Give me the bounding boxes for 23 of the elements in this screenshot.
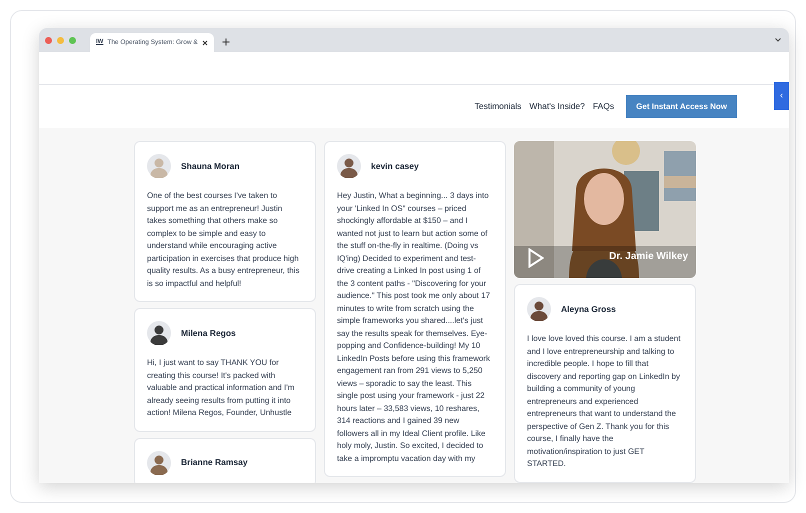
avatar <box>527 297 551 321</box>
reviewer-name: kevin casey <box>371 160 419 172</box>
close-icon[interactable] <box>202 40 208 46</box>
dropdown-icon[interactable] <box>775 38 781 42</box>
nav-link[interactable]: What's Inside? <box>529 100 585 113</box>
avatar <box>337 154 361 178</box>
side-tab[interactable]: ‹ <box>774 82 789 110</box>
avatar <box>147 321 171 345</box>
testimonial-text: One of the best courses I've taken to support me as an entrepreneur! Justin takes something that others make so complex to be simple and easy to understand while encouraging active participation in exercises that produce high quality results. As a busy entrepreneur, this is so impactful and helpful! <box>147 190 301 290</box>
testimonial-text: Hey Justin, What a beginning... 3 days into your 'Linked In OS" courses – priced shockingly affordable at $150 – and I wanted not just to learn but action some of the stuff on-the-fly in realtime. (Doing vs IQ'ing) Decided to experiment and test-drive creating a Linked In post using 1 of the 3 content paths - "Discovering for your audience." This post took me only about 17 minutes to write from scratch using the simple frameworks you shared....let's just say the results speak for themselves. Eye-popping and Confidence-building! My 10 LinkedIn Posts before using this framework engagement ran from 291 views to 5,250 views – sporadic to say the least. This single post using your framework - just 22 hours later – 33,583 views, 10 reshares, 314 reactions and I gained 39 new followers all in my Ideal Client profile. Like holy moly, Justin. So excited, I decided to take a impromptu vacation day with my <box>337 190 492 465</box>
testimonial-text: I love love loved this course. I am a student and I love entrepreneurship and talking to incredible people. I hope to fill that discovery and reporting gap on LinkedIn by building a community of young entrepreneurs and experienced entrepreneurs that want to understand the perspective of Gen Z. Thank you for this course, I finally have the motivation/inspiration to just GET STARTED. <box>527 333 682 470</box>
nav-link[interactable]: Testimonials <box>474 100 522 113</box>
get-access-button[interactable]: Get Instant Access Now <box>626 95 737 118</box>
reviewer-name: Milena Regos <box>181 326 236 340</box>
reviewer-name: Brianne Ramsay <box>181 456 248 469</box>
play-icon[interactable] <box>528 248 544 268</box>
nav-link[interactable]: FAQs <box>592 100 614 113</box>
avatar <box>147 450 171 474</box>
reviewer-name: Aleyna Gross <box>561 302 616 316</box>
testimonial-text: Hi, I just want to say THANK YOU for creating this course! It's packed with valuable and practical information and I'm already seeing results from putting it into action! Milena Regos, Founder, Unhustle <box>147 357 296 419</box>
reviewer-name: Shauna Moran <box>181 160 240 172</box>
new-tab-icon[interactable] <box>222 38 230 46</box>
avatar <box>147 154 171 178</box>
